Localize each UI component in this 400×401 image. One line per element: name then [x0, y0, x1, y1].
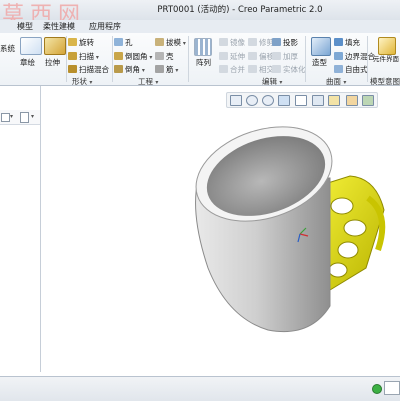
- group-shape[interactable]: 形状 ▾: [72, 78, 92, 87]
- rotate-icon: [68, 38, 77, 46]
- chamfer-icon: [114, 65, 123, 73]
- ribbon-item-extrude[interactable]: 拉伸: [45, 58, 60, 67]
- swept-blend-icon: [68, 65, 77, 73]
- display-style-icon[interactable]: [295, 95, 307, 106]
- shell-icon: [155, 52, 164, 60]
- hole-button[interactable]: 孔: [114, 38, 133, 47]
- project-icon: [272, 38, 281, 46]
- view-manager-icon[interactable]: [328, 95, 340, 106]
- draft-button[interactable]: 拔模 ▾: [155, 38, 186, 48]
- tab-applications[interactable]: 应用程序: [86, 21, 124, 32]
- chamfer-button[interactable]: 倒角 ▾: [114, 65, 145, 75]
- divider: [305, 36, 306, 82]
- merge-icon: [219, 65, 228, 73]
- saved-views-icon[interactable]: [312, 95, 324, 106]
- status-bar: [0, 376, 400, 401]
- trim-icon: [248, 38, 257, 46]
- divider: [66, 36, 67, 82]
- style-icon[interactable]: [311, 37, 331, 56]
- sketch-icon[interactable]: [20, 37, 42, 55]
- round-icon: [114, 52, 123, 60]
- thicken-button[interactable]: 加厚: [272, 52, 298, 61]
- hole-icon: [114, 38, 123, 46]
- extrude-icon[interactable]: [44, 37, 66, 55]
- extend-icon: [219, 52, 228, 60]
- divider: [367, 36, 368, 82]
- selection-filter[interactable]: [384, 381, 400, 395]
- intersect-button[interactable]: 相交: [248, 65, 274, 74]
- style-button[interactable]: 造型: [312, 58, 327, 67]
- solidify-icon: [272, 65, 281, 73]
- rotate-button[interactable]: 旋转: [68, 38, 94, 47]
- trim-button[interactable]: 修剪: [248, 38, 274, 47]
- chevron-down-icon[interactable]: ▾: [31, 113, 34, 120]
- divider: [112, 36, 113, 82]
- mirror-icon: [219, 38, 228, 46]
- boundary-blend-icon: [334, 52, 343, 60]
- solidify-button[interactable]: 实体化: [272, 65, 306, 74]
- tree-settings-icon[interactable]: [20, 112, 29, 123]
- thicken-icon: [272, 52, 281, 60]
- intersect-icon: [248, 65, 257, 73]
- group-engineering[interactable]: 工程 ▾: [138, 78, 158, 87]
- refit-icon[interactable]: [230, 95, 242, 106]
- boundary-blend-button[interactable]: 边界混合: [334, 52, 375, 61]
- mug-model[interactable]: [180, 118, 395, 343]
- merge-button[interactable]: 合并: [219, 65, 245, 74]
- graphics-toolbar: [226, 92, 378, 108]
- tab-flexible-modeling[interactable]: 柔性建模: [40, 21, 78, 32]
- draft-icon: [155, 38, 164, 46]
- shell-button[interactable]: 壳: [155, 52, 174, 61]
- zoom-out-icon[interactable]: [262, 95, 274, 106]
- chevron-down-icon[interactable]: ▾: [10, 113, 13, 120]
- fill-button[interactable]: 填充: [334, 38, 360, 47]
- offset-icon: [248, 52, 257, 60]
- project-button[interactable]: 投影: [272, 38, 298, 47]
- swept-blend-button[interactable]: 扫描混合: [68, 65, 109, 74]
- tree-filter-icon[interactable]: [1, 113, 10, 122]
- divider: [188, 36, 189, 82]
- ribbon-item-sketch[interactable]: 章绘: [20, 58, 35, 67]
- component-interface-icon[interactable]: [378, 37, 396, 55]
- repaint-icon[interactable]: [278, 95, 290, 106]
- group-surface[interactable]: 曲面 ▾: [326, 78, 346, 87]
- datum-display-icon[interactable]: [346, 95, 358, 106]
- freeform-icon: [334, 65, 343, 73]
- extend-button[interactable]: 延伸: [219, 52, 245, 61]
- round-button[interactable]: 倒圆角 ▾: [114, 52, 152, 62]
- group-edit[interactable]: 编辑 ▾: [262, 78, 282, 87]
- fill-icon: [334, 38, 343, 46]
- mirror-button[interactable]: 镜像: [219, 38, 245, 47]
- freeform-button[interactable]: 自由式: [334, 65, 368, 74]
- status-indicator-icon: [372, 384, 382, 394]
- zoom-in-icon[interactable]: [246, 95, 258, 106]
- tab-model[interactable]: 模型: [14, 21, 36, 32]
- group-model-intent[interactable]: 模型意图 ▾: [370, 78, 400, 95]
- component-interface-button[interactable]: 元件界面: [373, 56, 399, 63]
- pattern-button[interactable]: 阵列: [196, 58, 211, 67]
- rib-button[interactable]: 筋 ▾: [155, 65, 178, 75]
- ribbon-item-system[interactable]: 系统: [0, 44, 15, 53]
- sweep-button[interactable]: 扫描 ▾: [68, 52, 99, 62]
- model-tree-panel: [0, 86, 41, 372]
- model-tree-header: ▾ ▾: [0, 110, 40, 125]
- rib-icon: [155, 65, 164, 73]
- sweep-icon: [68, 52, 77, 60]
- ribbon-tabs: 模型 柔性建模 应用程序: [0, 20, 400, 34]
- pattern-icon[interactable]: [194, 38, 212, 56]
- spin-center-icon[interactable]: [362, 95, 374, 106]
